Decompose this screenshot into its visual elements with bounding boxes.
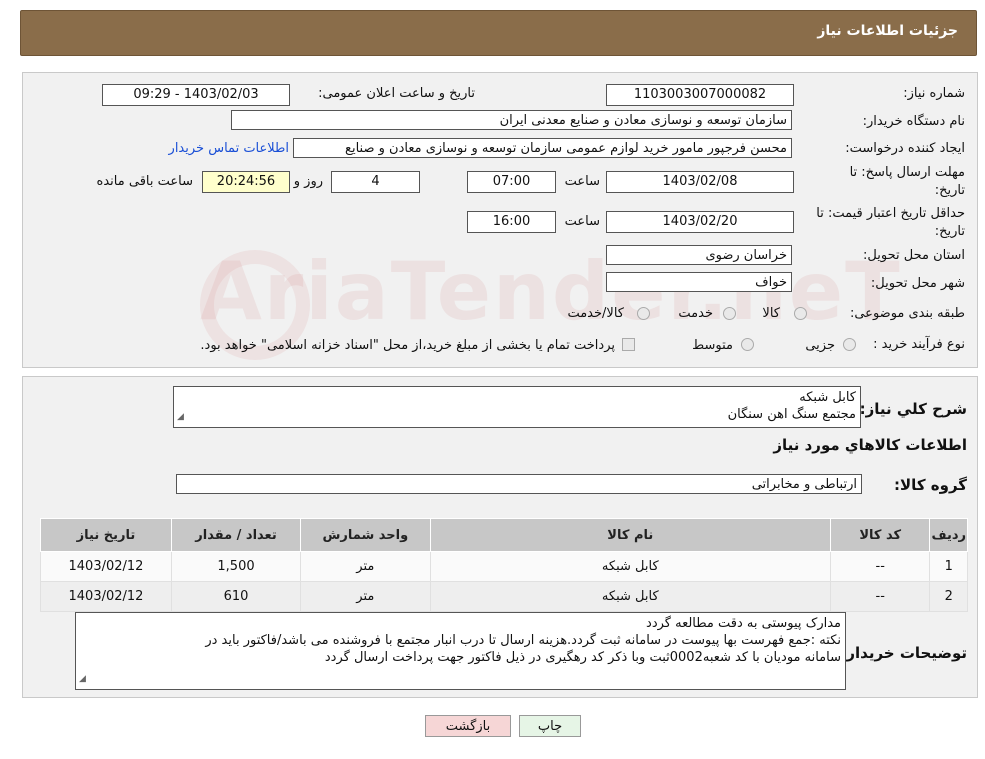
process-radio-minor[interactable]: [843, 338, 856, 351]
cell-name: کابل شبکه: [429, 581, 832, 612]
days-label: روز و: [293, 174, 323, 189]
reply-time-label: ساعت: [564, 174, 600, 189]
goods-group-field: ارتباطی و مخابراتی: [176, 474, 862, 494]
city-label: شهر محل تحویل:: [870, 276, 965, 291]
cell-row: 2: [929, 581, 968, 612]
page-title: جزئیات اطلاعات نیاز: [817, 23, 958, 39]
col-name: نام کالا: [429, 518, 832, 552]
validity-label: حداقل تاریخ اعتبار قیمت: تا: [816, 206, 965, 221]
summary-label: شرح کلي نياز:: [859, 400, 967, 418]
reply-time-field: 07:00: [467, 171, 556, 193]
payment-note: پرداخت تمام یا بخشی از مبلغ خرید،از محل …: [200, 338, 615, 353]
print-button[interactable]: چاپ: [519, 715, 581, 737]
buyer-notes-textarea: مدارک پیوستی به دقت مطالعه گردد نکته :جم…: [75, 612, 846, 690]
col-quantity: تعداد / مقدار: [170, 518, 302, 552]
buyer-org-label: نام دستگاه خریدار:: [862, 114, 965, 129]
table-header-row: رديف کد کالا نام کالا واحد شمارش تعداد /…: [40, 518, 968, 552]
cell-row: 1: [929, 551, 968, 582]
cell-code: --: [829, 551, 931, 582]
cell-date: 1403/02/12: [40, 551, 172, 582]
summary-textarea: کابل شبکه مجتمع سنگ اهن سنگان ◢: [173, 386, 861, 428]
resize-grip-icon[interactable]: ◢: [79, 671, 86, 688]
process-label: نوع فرآیند خرید :: [873, 337, 965, 352]
cell-name: کابل شبکه: [429, 551, 832, 582]
page-header: جزئیات اطلاعات نیاز: [20, 10, 977, 56]
process-option-medium: متوسط: [692, 338, 733, 353]
buyer-notes-line-2: نکته :جمع فهرست بها پیوست در سامانه ثبت …: [205, 633, 841, 648]
category-radio-both[interactable]: [637, 307, 650, 320]
city-field: خواف: [606, 272, 792, 292]
process-option-minor: جزیی: [805, 338, 835, 353]
treasury-checkbox[interactable]: [622, 338, 635, 351]
buyer-org-field: سازمان توسعه و نوسازی معادن و صنایع معدن…: [231, 110, 792, 130]
validity-label-2: تاریخ:: [934, 224, 965, 239]
cell-quantity: 1,500: [170, 551, 302, 582]
cell-unit: متر: [300, 581, 431, 612]
province-label: استان محل تحویل:: [863, 248, 965, 263]
reply-date-field: 1403/02/08: [606, 171, 794, 193]
category-radio-goods[interactable]: [794, 307, 807, 320]
reply-deadline-label-2: تاریخ:: [934, 183, 965, 198]
col-code: کد کالا: [829, 518, 931, 552]
col-row: رديف: [929, 518, 968, 552]
col-date: تاريخ نياز: [40, 518, 172, 552]
validity-time-label: ساعت: [564, 214, 600, 229]
buyer-contact-link[interactable]: اطلاعات تماس خریدار: [169, 141, 289, 156]
table-row: 2 -- کابل شبکه متر 610 1403/02/12: [40, 581, 968, 612]
category-option-both: کالا/خدمت: [567, 306, 624, 321]
category-label: طبقه بندی موضوعی:: [849, 306, 965, 321]
goods-table: رديف کد کالا نام کالا واحد شمارش تعداد /…: [40, 518, 968, 612]
province-field: خراسان رضوی: [606, 245, 792, 265]
resize-grip-icon[interactable]: ◢: [177, 409, 184, 426]
validity-time-field: 16:00: [467, 211, 556, 233]
table-row: 1 -- کابل شبکه متر 1,500 1403/02/12: [40, 551, 968, 582]
cell-date: 1403/02/12: [40, 581, 172, 612]
category-option-service: خدمت: [678, 306, 713, 321]
summary-line-2: مجتمع سنگ اهن سنگان: [727, 407, 856, 422]
summary-line-1: کابل شبکه: [799, 390, 856, 405]
cell-code: --: [829, 581, 931, 612]
cell-quantity: 610: [170, 581, 302, 612]
days-field: 4: [331, 171, 420, 193]
need-number-label: شماره نیاز:: [903, 86, 965, 101]
validity-date-field: 1403/02/20: [606, 211, 794, 233]
reply-deadline-label: مهلت ارسال پاسخ: تا: [849, 165, 965, 180]
buyer-notes-line-1: مدارک پیوستی به دقت مطالعه گردد: [646, 616, 841, 631]
buyer-notes-line-3: سامانه مودیان با کد شعبه0002ثبت وبا ذکر …: [324, 650, 841, 665]
category-option-goods: کالا: [762, 306, 780, 321]
creator-field: محسن فرجپور مامور خرید لوازم عمومی سازما…: [293, 138, 792, 158]
need-number-field: 1103003007000082: [606, 84, 794, 106]
remaining-time-field: 20:24:56: [202, 171, 290, 193]
remaining-label: ساعت باقی مانده: [96, 174, 193, 189]
buyer-notes-label: توضیحات خریدار:: [840, 644, 967, 662]
creator-label: ایجاد کننده درخواست:: [845, 141, 965, 156]
process-radio-medium[interactable]: [741, 338, 754, 351]
announce-label: تاریخ و ساعت اعلان عمومی:: [318, 86, 475, 101]
category-radio-service[interactable]: [723, 307, 736, 320]
goods-group-label: گروه کالا:: [894, 476, 967, 494]
goods-info-title: اطلاعات کالاهاي مورد نياز: [773, 436, 967, 454]
col-unit: واحد شمارش: [300, 518, 431, 552]
back-button[interactable]: بازگشت: [425, 715, 511, 737]
announce-field: 1403/02/03 - 09:29: [102, 84, 290, 106]
cell-unit: متر: [300, 551, 431, 582]
